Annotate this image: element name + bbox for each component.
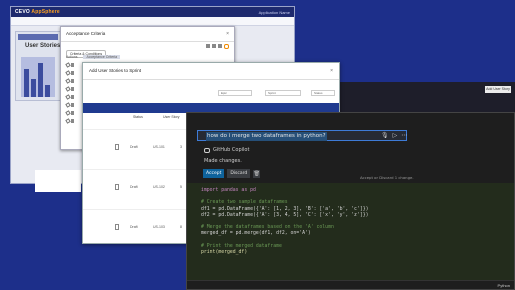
row-checkbox[interactable] — [115, 184, 119, 190]
close-icon[interactable]: × — [226, 31, 229, 37]
add-user-story-button[interactable]: Add User Story — [485, 86, 511, 93]
response-text: Made changes. — [204, 158, 242, 164]
dialog-title-bar: Add User Stories to Sprint × — [83, 63, 339, 80]
send-icon[interactable]: ▷ — [393, 133, 398, 140]
code-editor-window: how do i merge two dataframes in python?… — [186, 112, 515, 290]
copilot-header: GitHub Copilot — [204, 147, 249, 153]
delete-icon[interactable] — [71, 103, 74, 107]
dialog-title: Acceptance Criteria — [66, 31, 106, 36]
dialog-title: Add User Stories to Sprint — [89, 68, 142, 73]
background-chart — [21, 57, 55, 97]
delete-icon[interactable] — [71, 111, 74, 115]
delete-icon[interactable] — [71, 71, 74, 75]
chat-prompt-text[interactable]: how do i merge two dataframes in python? — [206, 132, 327, 141]
list-item — [65, 69, 82, 77]
code-block[interactable]: import pandas as pd # Create two sample d… — [201, 188, 369, 256]
delete-icon[interactable] — [71, 95, 74, 99]
list-item — [65, 117, 82, 125]
delete-icon[interactable] — [71, 79, 74, 83]
edit-icon[interactable] — [65, 110, 71, 116]
edit-icon[interactable] — [65, 78, 71, 84]
white-card — [35, 170, 81, 192]
delete-icon[interactable] — [218, 44, 222, 48]
topnav-text: Application Name — [258, 9, 290, 15]
edit-icon[interactable] — [65, 102, 71, 108]
edit-icon[interactable] — [65, 118, 71, 124]
accept-button[interactable]: Accept — [203, 169, 225, 178]
list-item — [65, 77, 82, 85]
discard-button[interactable]: Discard — [227, 169, 251, 178]
list-item — [65, 93, 82, 101]
app-topbar: CEVO AppSphere Application Name — [11, 7, 294, 17]
list-item — [65, 61, 82, 69]
list-item — [65, 101, 82, 109]
delete-icon[interactable] — [71, 87, 74, 91]
app-logo[interactable]: CEVO AppSphere — [15, 9, 60, 15]
edit-icon[interactable] — [65, 94, 71, 100]
row-checkbox[interactable] — [115, 144, 119, 150]
epic-select[interactable]: Epic — [218, 90, 252, 96]
microphone-icon[interactable]: 🎙 — [381, 133, 389, 140]
chat-actions: 🎙 ▷ ⋯ — [381, 133, 407, 140]
language-indicator[interactable]: Python — [498, 283, 510, 288]
edit-icon[interactable] — [65, 86, 71, 92]
copilot-icon — [204, 147, 210, 153]
filter-bar: Epic Sprint Status — [83, 88, 339, 100]
more-icon[interactable]: ⋯ — [401, 133, 407, 140]
table-header: Actions Acceptance Criteria — [66, 55, 121, 59]
response-actions: Accept Discard 🗑 — [203, 169, 261, 178]
close-icon[interactable]: × — [330, 68, 333, 74]
status-select[interactable]: Status — [311, 90, 335, 96]
list-item — [65, 109, 82, 117]
row-checkbox[interactable] — [115, 224, 119, 230]
app-subbar — [11, 17, 294, 26]
copilot-name: GitHub Copilot — [213, 147, 250, 153]
toolbar — [206, 44, 229, 49]
chat-input[interactable]: how do i merge two dataframes in python?… — [197, 130, 407, 141]
change-hint: Accept or Discard 1 change. — [360, 175, 414, 180]
edit-icon[interactable] — [65, 62, 71, 68]
code-line[interactable]: df2 = pd.DataFrame({'A': [3, 4, 5], 'C':… — [201, 213, 369, 219]
dialog-title-bar: Acceptance Criteria × — [61, 27, 234, 42]
trash-icon[interactable]: 🗑 — [253, 169, 261, 178]
delete-icon[interactable] — [71, 119, 74, 123]
edit-icon[interactable] — [212, 44, 216, 48]
copilot-icon[interactable] — [224, 44, 229, 49]
status-bar: Python — [187, 280, 514, 289]
copy-icon[interactable] — [206, 44, 210, 48]
sprint-select[interactable]: Sprint — [265, 90, 301, 96]
row-actions — [65, 61, 82, 125]
code-line[interactable]: df1 = pd.DataFrame({'A': [1, 2, 3], 'B':… — [201, 207, 369, 213]
delete-icon[interactable] — [71, 63, 74, 67]
page-title: User Stories — [25, 43, 61, 49]
edit-icon[interactable] — [65, 70, 71, 76]
code-line[interactable]: print(merged_df) — [201, 250, 369, 256]
list-item — [65, 85, 82, 93]
